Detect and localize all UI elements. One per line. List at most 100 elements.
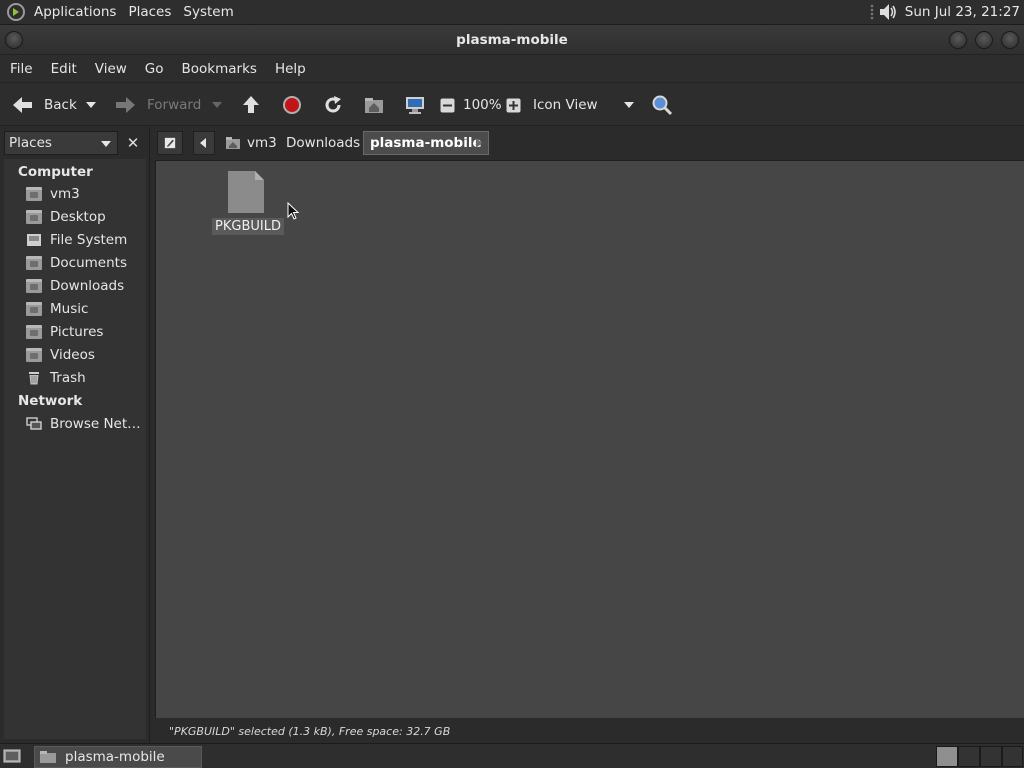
maximize-button[interactable]	[975, 31, 993, 49]
toggle-location-entry-button[interactable]	[157, 131, 183, 155]
taskbar-window-button[interactable]: plasma-mobile	[34, 746, 202, 768]
breadcrumb-scroll-right[interactable]	[469, 131, 489, 155]
menu-bookmarks[interactable]: Bookmarks	[172, 61, 265, 77]
zoom-in-icon	[506, 98, 521, 112]
location-bar: vm3 Downloads plasma-mobile	[155, 127, 1024, 159]
home-button[interactable]	[363, 84, 385, 126]
sidebar-item-label: File System	[50, 232, 128, 248]
sidebar-item-vm3[interactable]: vm3	[26, 186, 80, 202]
workspace-4[interactable]	[1002, 746, 1023, 767]
stop-button[interactable]	[281, 84, 303, 126]
search-icon	[652, 95, 673, 116]
pictures-folder-icon	[26, 325, 42, 339]
show-desktop-icon[interactable]	[3, 748, 21, 764]
menu-file[interactable]: File	[0, 61, 41, 77]
zoom-out-icon	[440, 98, 455, 112]
menu-help[interactable]: Help	[265, 61, 314, 77]
breadcrumb-scroll-left[interactable]	[193, 131, 215, 155]
desktop-folder-icon	[26, 210, 42, 224]
places-list: Computer vm3 Desktop File System Documen…	[4, 159, 146, 739]
file-fold-corner	[255, 171, 264, 180]
videos-folder-icon	[26, 348, 42, 362]
forward-history-dropdown[interactable]	[212, 84, 222, 126]
sidebar-selector-value: Places	[9, 135, 52, 151]
sidebar-item-desktop[interactable]: Desktop	[26, 209, 106, 225]
chevron-down-icon	[624, 102, 634, 108]
sidebar-item-label: Desktop	[50, 209, 106, 225]
sidebar-item-trash[interactable]: Trash	[26, 370, 86, 386]
sidebar-item-music[interactable]: Music	[26, 301, 88, 317]
sidebar-item-file-system[interactable]: File System	[26, 232, 127, 248]
workspace-2[interactable]	[958, 746, 980, 767]
close-icon: ✕	[126, 134, 140, 152]
reload-icon	[325, 96, 341, 113]
group-header-network: Network	[18, 393, 83, 409]
places-menu[interactable]: Places	[122, 4, 177, 20]
menu-edit[interactable]: Edit	[41, 61, 85, 77]
breadcrumb-label: vm3	[247, 135, 277, 151]
close-window-button[interactable]	[1001, 31, 1019, 49]
mouse-cursor-icon	[287, 202, 299, 220]
applications-menu[interactable]: Applications	[28, 4, 122, 20]
sidebar-selector[interactable]: Places	[4, 131, 118, 155]
chevron-left-icon	[200, 138, 206, 148]
view-mode-select[interactable]: Icon View	[533, 84, 639, 126]
sidebar-item-downloads[interactable]: Downloads	[26, 278, 124, 294]
up-button[interactable]	[240, 84, 262, 126]
zoom-in-button[interactable]	[506, 84, 521, 126]
home-folder-icon	[365, 98, 383, 113]
sidebar-item-label: vm3	[50, 186, 80, 202]
folder-icon	[40, 751, 56, 763]
clock[interactable]: Sun Jul 23, 21:27	[905, 4, 1020, 20]
sidebar-item-label: Browse Net…	[50, 416, 141, 432]
home-folder-icon	[26, 187, 42, 201]
reload-button[interactable]	[322, 84, 344, 126]
back-button[interactable]: Back	[10, 84, 77, 126]
view-mode-value: Icon View	[533, 97, 598, 113]
menu-view[interactable]: View	[85, 61, 135, 77]
drive-icon	[27, 234, 41, 246]
computer-icon	[406, 97, 424, 114]
chevron-down-icon	[212, 102, 222, 108]
forward-button[interactable]: Forward	[114, 84, 201, 126]
breadcrumb-vm3[interactable]: vm3	[219, 131, 283, 155]
trash-icon	[29, 372, 39, 385]
forward-label: Forward	[147, 97, 202, 113]
breadcrumb-downloads[interactable]: Downloads	[280, 131, 366, 155]
minimize-button[interactable]	[949, 31, 967, 49]
system-menu[interactable]: System	[177, 4, 239, 20]
taskbar-window-label: plasma-mobile	[65, 749, 165, 765]
top-panel: Applications Places System Sun Jul 23, 2…	[0, 0, 1024, 25]
volume-icon[interactable]	[877, 1, 899, 23]
panel-handle-icon[interactable]	[867, 2, 877, 22]
menu-go[interactable]: Go	[135, 61, 172, 77]
window-title: plasma-mobile	[456, 32, 568, 48]
workspace-1[interactable]	[936, 746, 958, 767]
window-titlebar[interactable]: plasma-mobile	[0, 25, 1024, 55]
close-sidebar-button[interactable]: ✕	[122, 131, 144, 155]
zoom-level[interactable]: 100%	[463, 84, 502, 126]
sidebar-item-videos[interactable]: Videos	[26, 347, 95, 363]
file-view[interactable]: PKGBUILD	[155, 160, 1024, 718]
workspace-3[interactable]	[980, 746, 1002, 767]
search-button[interactable]	[651, 84, 673, 126]
sidebar-item-label: Music	[50, 301, 89, 317]
distro-logo-icon[interactable]	[6, 2, 26, 22]
computer-button[interactable]	[404, 84, 426, 126]
chevron-down-icon	[101, 141, 111, 147]
sidebar: Places ✕ Computer vm3 Desktop File Syste…	[0, 127, 150, 743]
sidebar-item-browse-network[interactable]: Browse Net…	[26, 416, 141, 432]
sidebar-item-pictures[interactable]: Pictures	[26, 324, 103, 340]
file-item[interactable]: PKGBUILD	[208, 171, 299, 237]
top-panel-menus: Applications Places System	[0, 0, 240, 25]
sidebar-item-documents[interactable]: Documents	[26, 255, 127, 271]
sidebar-item-label: Trash	[50, 370, 86, 386]
bottom-panel: plasma-mobile	[0, 743, 1024, 768]
music-folder-icon	[26, 302, 42, 316]
stop-icon	[283, 96, 301, 114]
status-text: "PKGBUILD" selected (1.3 kB), Free space…	[169, 724, 451, 738]
zoom-out-button[interactable]	[440, 84, 455, 126]
toolbar: Back Forward 100% Icon View	[0, 84, 1024, 126]
sidebar-item-label: Documents	[50, 255, 127, 271]
back-history-dropdown[interactable]	[86, 84, 96, 126]
